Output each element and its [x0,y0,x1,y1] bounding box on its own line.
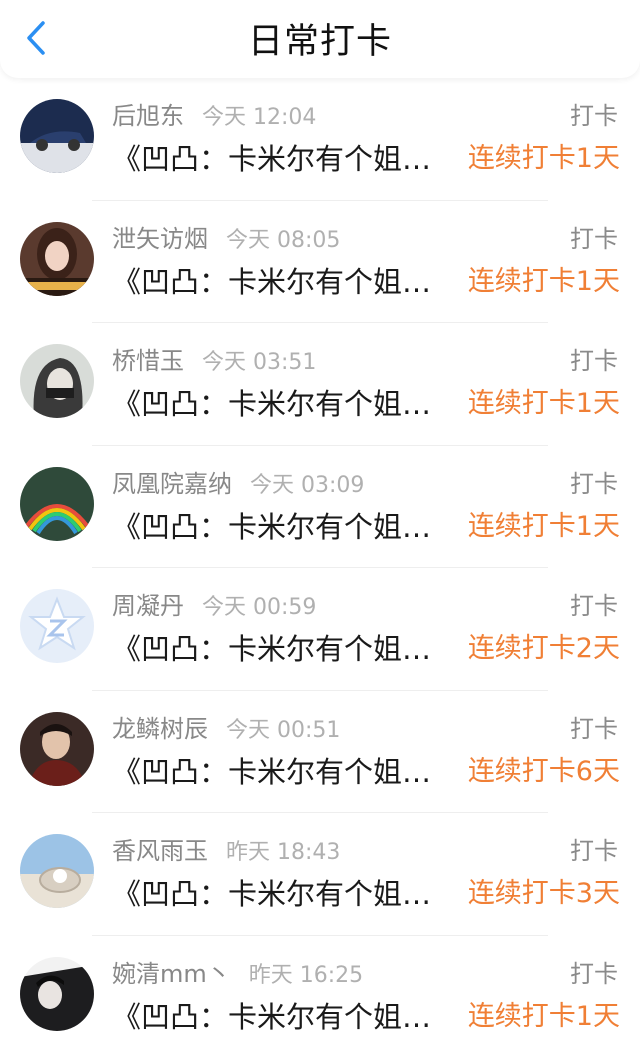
user-name: 后旭东今天 12:04 [112,100,316,134]
checkin-action-label[interactable]: 打卡 [570,958,618,990]
avatar[interactable] [20,222,94,296]
checkin-action-label[interactable]: 打卡 [570,713,618,745]
streak-label: 连续打卡1天 [468,139,620,179]
checkin-message: 《凹凸：卡米尔有个姐… [112,262,431,302]
checkin-action-label[interactable]: 打卡 [570,100,618,132]
checkin-time: 今天 03:09 [250,473,364,498]
header-bar: 日常打卡 [0,0,640,78]
checkin-time: 今天 03:51 [202,350,316,375]
checkin-message: 《凹凸：卡米尔有个姐… [112,507,431,547]
user-name: 周凝丹今天 00:59 [112,590,316,624]
page-title: 日常打卡 [0,0,640,82]
streak-label: 连续打卡6天 [468,752,620,792]
checkin-list: 后旭东今天 12:04 打卡 《凹凸：卡米尔有个姐… 连续打卡1天 泄矢访烟今天… [0,78,640,1058]
avatar[interactable] [20,99,94,173]
streak-label: 连续打卡1天 [468,384,620,424]
list-item[interactable]: 后旭东今天 12:04 打卡 《凹凸：卡米尔有个姐… 连续打卡1天 [0,78,640,201]
avatar[interactable] [20,344,94,418]
checkin-message: 《凹凸：卡米尔有个姐… [112,997,431,1037]
user-name: 香风雨玉昨天 18:43 [112,835,340,869]
list-item[interactable]: 周凝丹今天 00:59 打卡 《凹凸：卡米尔有个姐… 连续打卡2天 [0,568,640,691]
checkin-message: 《凹凸：卡米尔有个姐… [112,139,431,179]
checkin-message: 《凹凸：卡米尔有个姐… [112,384,431,424]
checkin-time: 今天 00:59 [202,595,316,620]
checkin-action-label[interactable]: 打卡 [570,468,618,500]
list-item[interactable]: 桥惜玉今天 03:51 打卡 《凹凸：卡米尔有个姐… 连续打卡1天 [0,323,640,446]
user-name: 桥惜玉今天 03:51 [112,345,316,379]
list-item[interactable]: 龙鳞树辰今天 00:51 打卡 《凹凸：卡米尔有个姐… 连续打卡6天 [0,691,640,814]
avatar[interactable] [20,957,94,1031]
checkin-action-label[interactable]: 打卡 [570,835,618,867]
list-item[interactable]: 香风雨玉昨天 18:43 打卡 《凹凸：卡米尔有个姐… 连续打卡3天 [0,813,640,936]
checkin-time: 今天 12:04 [202,105,316,130]
checkin-time: 今天 00:51 [226,718,340,743]
user-name: 凤凰院嘉纳今天 03:09 [112,468,364,502]
checkin-message: 《凹凸：卡米尔有个姐… [112,752,431,792]
streak-label: 连续打卡2天 [468,629,620,669]
checkin-time: 昨天 18:43 [226,840,340,865]
checkin-action-label[interactable]: 打卡 [570,590,618,622]
streak-label: 连续打卡1天 [468,997,620,1037]
avatar[interactable] [20,834,94,908]
streak-label: 连续打卡1天 [468,262,620,302]
streak-label: 连续打卡1天 [468,507,620,547]
checkin-time: 昨天 16:25 [249,963,363,988]
avatar[interactable] [20,712,94,786]
user-name: 龙鳞树辰今天 00:51 [112,713,340,747]
checkin-message: 《凹凸：卡米尔有个姐… [112,629,431,669]
list-item[interactable]: 泄矢访烟今天 08:05 打卡 《凹凸：卡米尔有个姐… 连续打卡1天 [0,201,640,324]
checkin-message: 《凹凸：卡米尔有个姐… [112,874,431,914]
streak-label: 连续打卡3天 [468,874,620,914]
list-item[interactable]: 凤凰院嘉纳今天 03:09 打卡 《凹凸：卡米尔有个姐… 连续打卡1天 [0,446,640,569]
checkin-action-label[interactable]: 打卡 [570,345,618,377]
list-item[interactable]: 婉清mm丶昨天 16:25 打卡 《凹凸：卡米尔有个姐… 连续打卡1天 [0,936,640,1058]
user-name: 泄矢访烟今天 08:05 [112,223,340,257]
user-name: 婉清mm丶昨天 16:25 [112,958,363,992]
avatar[interactable] [20,467,94,541]
checkin-action-label[interactable]: 打卡 [570,223,618,255]
avatar[interactable] [20,589,94,663]
checkin-time: 今天 08:05 [226,228,340,253]
